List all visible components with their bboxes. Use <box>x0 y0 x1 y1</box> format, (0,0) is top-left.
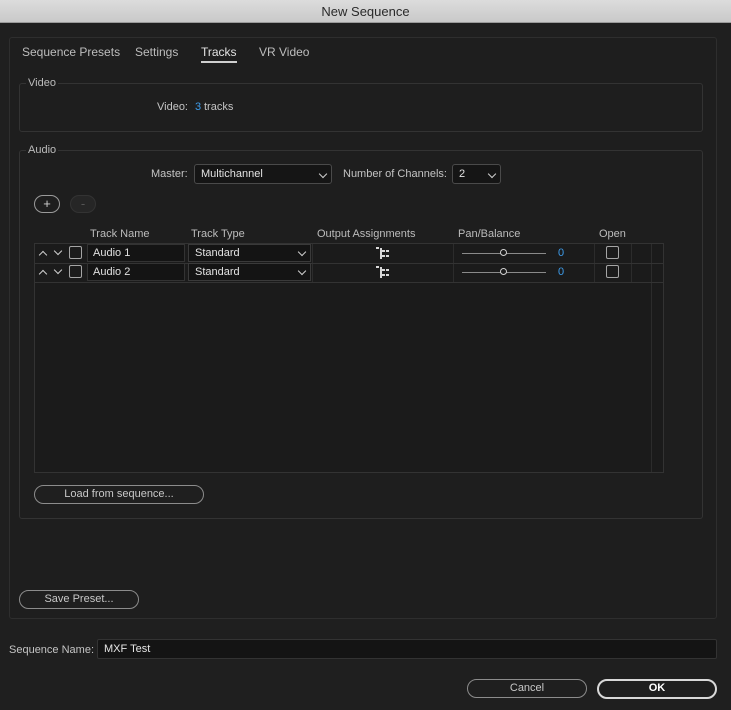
channels-label: Number of Channels: <box>343 168 447 180</box>
output-assignment-icon[interactable] <box>376 266 390 278</box>
tab-tracks[interactable]: Tracks <box>201 45 237 63</box>
col-track-type: Track Type <box>191 228 245 240</box>
video-tracks-label: Video: <box>157 101 188 113</box>
master-select-value: Multichannel <box>201 168 263 180</box>
col-open: Open <box>599 228 626 240</box>
channels-select[interactable]: 2 <box>452 164 501 184</box>
cancel-button[interactable]: Cancel <box>467 679 587 698</box>
channels-select-value: 2 <box>459 168 466 180</box>
col-track-name: Track Name <box>90 228 150 240</box>
video-group <box>19 83 703 132</box>
pan-slider-knob[interactable] <box>500 249 507 256</box>
remove-track-button[interactable]: - <box>70 195 96 213</box>
pan-slider-knob[interactable] <box>500 268 507 275</box>
master-label: Master: <box>151 168 188 180</box>
open-checkbox[interactable] <box>606 265 619 278</box>
sequence-name-label: Sequence Name: <box>9 644 94 656</box>
tab-settings[interactable]: Settings <box>135 45 178 63</box>
track-name-field[interactable]: Audio 2 <box>87 263 185 281</box>
track-select-checkbox[interactable] <box>69 265 82 278</box>
track-name-field[interactable]: Audio 1 <box>87 244 185 262</box>
output-assignment-icon[interactable] <box>376 247 390 259</box>
tab-sequence-presets[interactable]: Sequence Presets <box>22 45 120 63</box>
ok-button[interactable]: OK <box>597 679 717 699</box>
audio-group-label: Audio <box>26 144 59 157</box>
track-type-value: Standard <box>195 247 240 259</box>
col-output-assignments: Output Assignments <box>317 228 416 240</box>
col-pan-balance: Pan/Balance <box>458 228 521 240</box>
chevron-down-icon <box>297 266 307 276</box>
save-preset-button[interactable]: Save Preset... <box>19 590 139 609</box>
chevron-down-icon <box>297 247 307 257</box>
add-track-button[interactable]: + <box>34 195 60 213</box>
window-title: New Sequence <box>0 0 731 23</box>
sequence-name-input[interactable]: MXF Test <box>97 639 717 659</box>
pan-value[interactable]: 0 <box>558 265 564 279</box>
chevron-down-icon <box>318 169 328 179</box>
track-select-checkbox[interactable] <box>69 246 82 259</box>
master-select[interactable]: Multichannel <box>194 164 332 184</box>
video-tracks-unit: tracks <box>204 101 234 113</box>
track-type-select[interactable]: Standard <box>188 244 311 262</box>
video-group-label: Video <box>26 77 58 90</box>
tab-vr-video[interactable]: VR Video <box>259 45 309 63</box>
pan-value[interactable]: 0 <box>558 246 564 260</box>
open-checkbox[interactable] <box>606 246 619 259</box>
column-divider <box>651 244 652 472</box>
track-type-value: Standard <box>195 266 240 278</box>
track-type-select[interactable]: Standard <box>188 263 311 281</box>
video-tracks-count[interactable]: 3 <box>195 100 201 114</box>
load-from-sequence-button[interactable]: Load from sequence... <box>34 485 204 504</box>
row-divider <box>35 282 663 283</box>
chevron-down-icon <box>487 169 497 179</box>
